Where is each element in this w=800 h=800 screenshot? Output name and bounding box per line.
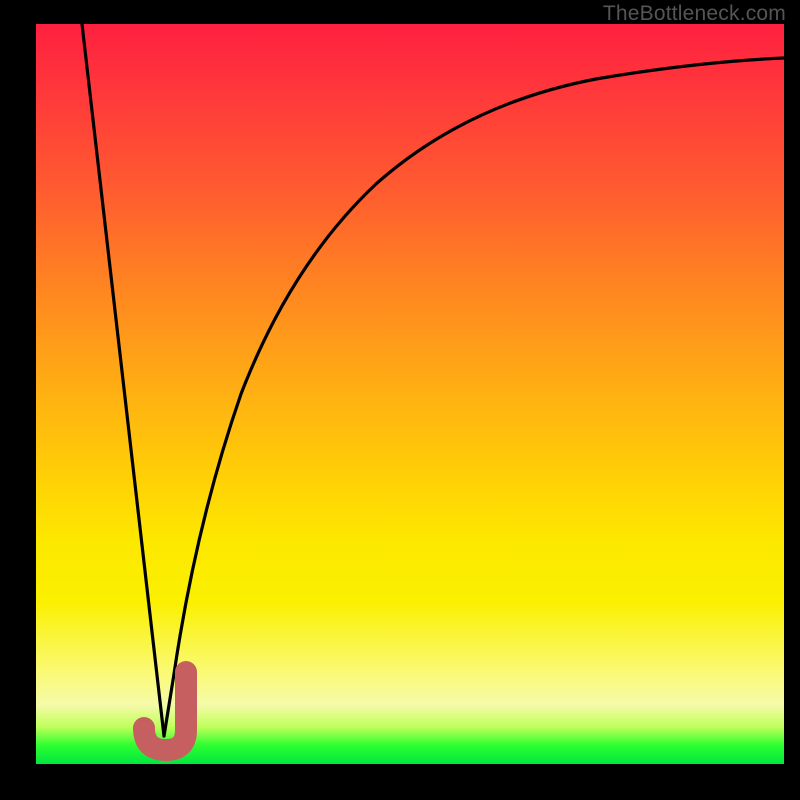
plot-area — [36, 24, 784, 764]
optimal-marker-J — [144, 672, 186, 750]
attribution-label: TheBottleneck.com — [603, 2, 786, 26]
curve-layer — [36, 24, 784, 764]
curve-left-branch — [82, 24, 164, 736]
chart-frame: TheBottleneck.com — [0, 0, 800, 800]
curve-right-branch — [164, 58, 784, 736]
